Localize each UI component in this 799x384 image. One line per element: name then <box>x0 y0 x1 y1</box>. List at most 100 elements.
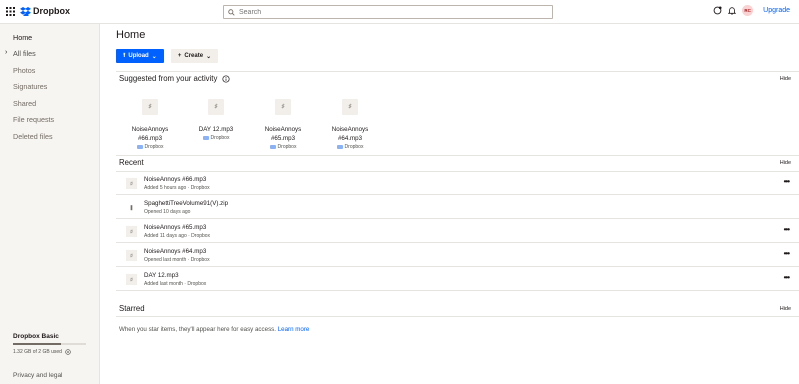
starred-title: Starred <box>119 304 145 313</box>
search-bar[interactable] <box>223 5 553 19</box>
app-grid-icon[interactable] <box>6 7 15 16</box>
suggested-card[interactable]: ♯ DAY 12.mp3 Dropbox <box>190 99 242 141</box>
audio-file-icon: ♯ <box>342 99 358 115</box>
avatar[interactable]: RC <box>742 5 754 16</box>
more-options-icon[interactable]: ••• <box>784 273 790 282</box>
sidebar: Home › All files Photos Signatures Share… <box>0 24 100 384</box>
table-row[interactable]: ❚ SpaghettiTreeVolume91(V).zip Opened 10… <box>116 196 799 219</box>
table-row[interactable]: ♯ DAY 12.mp3 Added last month · Dropbox … <box>116 268 799 291</box>
sidebar-item-signatures[interactable]: Signatures <box>13 82 47 91</box>
recent-hide-button[interactable]: Hide <box>780 160 791 166</box>
add-storage-icon[interactable] <box>65 349 71 355</box>
learn-more-link[interactable]: Learn more <box>278 326 310 333</box>
suggested-card[interactable]: ♯ NoiseAnnoys #66.mp3 Dropbox <box>124 99 176 150</box>
audio-file-icon: ♯ <box>126 178 137 189</box>
divider <box>116 155 799 156</box>
folder-icon <box>269 145 276 149</box>
suggested-title: Suggested from your activity <box>119 74 218 83</box>
chevron-down-icon: ⌄ <box>151 53 157 60</box>
starred-empty-message: When you star items, they'll appear here… <box>119 326 309 333</box>
starred-hide-button[interactable]: Hide <box>780 306 791 312</box>
storage-usage-bar <box>13 343 86 345</box>
sidebar-item-home[interactable]: Home <box>13 33 32 42</box>
more-options-icon[interactable]: ••• <box>784 177 790 186</box>
recent-title: Recent <box>119 158 144 167</box>
main-content: Home ⭱ Upload ⌄ + Create ⌄ Suggested fro… <box>100 24 799 384</box>
starred-empty-text: When you star items, they'll appear here… <box>119 326 276 333</box>
card-name: NoiseAnnoys <box>331 126 369 133</box>
upload-icon: ⭱ <box>123 53 126 59</box>
suggested-section-title: Suggested from your activity <box>119 74 230 83</box>
upload-label: Upload <box>128 53 149 59</box>
divider <box>116 71 799 72</box>
zip-file-icon: ❚ <box>126 202 137 213</box>
sidebar-item-all-files[interactable]: All files <box>13 49 36 58</box>
plus-icon: + <box>177 53 182 59</box>
audio-file-icon: ♯ <box>126 274 137 285</box>
audio-file-icon: ♯ <box>126 226 137 237</box>
card-name: #65.mp3 <box>270 135 296 142</box>
storage-usage-text: 1.32 GB of 2 GB used <box>13 349 62 355</box>
divider <box>116 316 799 317</box>
audio-file-icon: ♯ <box>142 99 158 115</box>
sidebar-item-shared[interactable]: Shared <box>13 99 36 108</box>
table-row[interactable]: ♯ NoiseAnnoys #66.mp3 Added 5 hours ago … <box>116 172 799 195</box>
dropbox-box-icon <box>20 6 31 16</box>
sidebar-item-file-requests[interactable]: File requests <box>13 115 54 124</box>
folder-icon <box>202 136 209 140</box>
card-location: Dropbox <box>344 144 364 150</box>
row-file-name[interactable]: NoiseAnnoys #66.mp3 <box>144 176 206 183</box>
notifications-badge-icon[interactable] <box>713 6 722 15</box>
recent-section-title: Recent <box>119 158 144 167</box>
suggested-card[interactable]: ♯ NoiseAnnoys #65.mp3 Dropbox <box>257 99 309 150</box>
row-file-name[interactable]: NoiseAnnoys #64.mp3 <box>144 248 206 255</box>
suggested-card[interactable]: ♯ NoiseAnnoys #64.mp3 Dropbox <box>324 99 376 150</box>
row-file-name[interactable]: DAY 12.mp3 <box>144 272 179 279</box>
card-name: NoiseAnnoys <box>264 126 302 133</box>
plan-name: Dropbox Basic <box>13 333 59 340</box>
row-meta: Added last month · Dropbox <box>144 281 207 287</box>
sidebar-item-photos[interactable]: Photos <box>13 66 35 75</box>
table-row[interactable]: ♯ NoiseAnnoys #64.mp3 Opened last month … <box>116 244 799 267</box>
brand-name: Dropbox <box>33 6 70 16</box>
card-name: #64.mp3 <box>337 135 363 142</box>
folder-icon <box>336 145 343 149</box>
storage-usage-fill <box>13 343 62 345</box>
table-row[interactable]: ♯ NoiseAnnoys #65.mp3 Added 11 days ago … <box>116 220 799 243</box>
search-input[interactable] <box>239 8 539 16</box>
sidebar-item-deleted-files[interactable]: Deleted files <box>13 132 53 141</box>
row-file-name[interactable]: SpaghettiTreeVolume91(V).zip <box>144 200 228 207</box>
create-label: Create <box>184 53 204 59</box>
privacy-link[interactable]: Privacy and legal <box>13 372 63 379</box>
card-location: Dropbox <box>210 135 230 141</box>
card-name: #66.mp3 <box>137 135 163 142</box>
more-options-icon[interactable]: ••• <box>784 249 790 258</box>
audio-file-icon: ♯ <box>275 99 291 115</box>
row-meta: Opened last month · Dropbox <box>144 257 210 263</box>
chevron-down-icon: ⌄ <box>206 53 212 60</box>
info-icon[interactable] <box>222 74 230 83</box>
row-meta: Opened 10 days ago <box>144 209 191 215</box>
row-meta: Added 11 days ago · Dropbox <box>144 233 211 239</box>
suggested-hide-button[interactable]: Hide <box>780 76 791 82</box>
card-name: NoiseAnnoys <box>131 126 169 133</box>
dropbox-logo[interactable]: Dropbox <box>20 6 70 16</box>
audio-file-icon: ♯ <box>208 99 224 115</box>
card-name: DAY 12.mp3 <box>198 126 234 133</box>
page-title: Home <box>116 29 146 41</box>
create-button[interactable]: + Create ⌄ <box>171 49 218 63</box>
bell-icon[interactable] <box>728 6 737 15</box>
row-meta: Added 5 hours ago · Dropbox <box>144 185 210 191</box>
card-location: Dropbox <box>144 144 164 150</box>
top-bar: Dropbox RC Upgrade <box>0 0 799 24</box>
row-file-name[interactable]: NoiseAnnoys #65.mp3 <box>144 224 206 231</box>
chevron-right-icon[interactable]: › <box>5 49 7 56</box>
search-icon <box>228 8 235 16</box>
folder-icon <box>136 145 143 149</box>
upgrade-link[interactable]: Upgrade <box>763 7 790 14</box>
starred-section-title: Starred <box>119 304 145 313</box>
card-location: Dropbox <box>277 144 297 150</box>
audio-file-icon: ♯ <box>126 250 137 261</box>
more-options-icon[interactable]: ••• <box>784 225 790 234</box>
upload-button[interactable]: ⭱ Upload ⌄ <box>116 49 164 63</box>
